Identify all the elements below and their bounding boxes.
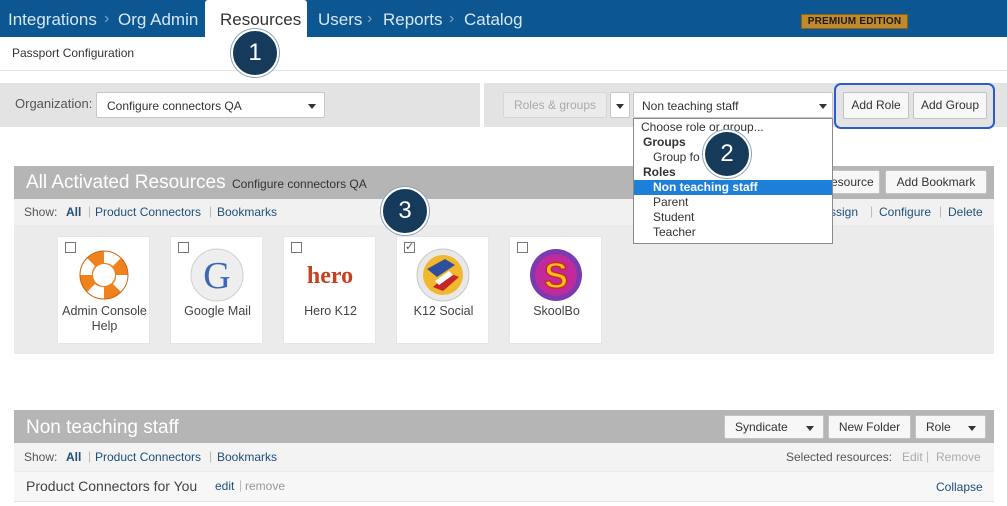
filter-bookmarks[interactable]: Bookmarks xyxy=(217,450,277,464)
svg-text:S: S xyxy=(544,255,568,296)
tile-checkbox[interactable] xyxy=(178,242,189,253)
roles-groups-button[interactable]: Roles & groups xyxy=(503,92,607,118)
resource-tile-skoolbo[interactable]: S SkoolBo xyxy=(509,236,602,344)
dropdown-role-student[interactable]: Student xyxy=(634,210,832,225)
chevron-down-icon xyxy=(616,104,624,109)
filter-separator: | xyxy=(88,449,92,463)
selected-resources-label: Selected resources: xyxy=(786,450,893,464)
resource-tile-admin-console-help[interactable]: Admin Console Help xyxy=(57,236,150,344)
action-separator: | xyxy=(870,204,874,218)
activated-resources-panel: All Activated Resources Configure connec… xyxy=(14,166,994,354)
tile-checkbox[interactable] xyxy=(517,242,528,253)
chevron-down-icon xyxy=(806,426,814,431)
collapse-link[interactable]: Collapse xyxy=(936,480,983,494)
k12-social-icon xyxy=(416,248,470,302)
resource-tile-k12-social[interactable]: ✓ K12 Social xyxy=(396,236,489,344)
nav-org-admin[interactable]: Org Admin xyxy=(118,10,198,30)
edit-selected-link[interactable]: Edit xyxy=(902,450,923,464)
assign-link[interactable]: ssign xyxy=(830,205,858,219)
nav-catalog[interactable]: Catalog xyxy=(464,10,523,30)
organization-label: Organization: xyxy=(15,96,93,111)
link-separator: | xyxy=(239,478,243,492)
add-buttons-highlight xyxy=(834,83,995,129)
tile-checkbox-checked[interactable]: ✓ xyxy=(404,242,415,253)
callout-number: 2 xyxy=(703,130,751,178)
nav-resources-label: Resources xyxy=(220,10,302,29)
syndicate-button[interactable]: Syndicate xyxy=(724,415,824,439)
tile-checkbox[interactable] xyxy=(65,242,76,253)
role-menu-button[interactable]: Role xyxy=(915,415,986,439)
role-select[interactable]: Non teaching staff xyxy=(633,92,833,118)
resource-tile-google-mail[interactable]: G Google Mail xyxy=(170,236,263,344)
action-separator: | xyxy=(939,204,943,218)
activated-panel-title: All Activated Resources xyxy=(26,172,226,193)
top-navigation: Integrations › Org Admin Users › Reports… xyxy=(0,0,1007,37)
dropdown-role-teacher[interactable]: Teacher xyxy=(634,225,832,240)
action-separator: | xyxy=(926,449,930,463)
tile-label: K12 Social xyxy=(413,304,474,318)
remove-selected-link[interactable]: Remove xyxy=(936,450,981,464)
google-g-icon: G xyxy=(190,248,244,302)
configure-link[interactable]: Configure xyxy=(879,205,931,219)
nav-separator: › xyxy=(367,10,373,27)
filter-separator: | xyxy=(88,204,92,218)
nav-separator: › xyxy=(104,10,110,27)
svg-text:hero: hero xyxy=(307,263,353,289)
section-title: Product Connectors for You xyxy=(26,478,198,494)
skoolbo-icon: S xyxy=(530,249,582,301)
tile-checkbox[interactable] xyxy=(291,242,302,253)
show-label: Show: xyxy=(24,205,58,219)
filter-product-connectors[interactable]: Product Connectors xyxy=(95,450,201,464)
tile-label: Admin Console Help xyxy=(62,304,147,333)
role-filter-bar: Show: All | Product Connectors | Bookmar… xyxy=(14,443,994,471)
filter-all[interactable]: All xyxy=(66,450,81,464)
chevron-down-icon xyxy=(819,104,827,109)
organization-select[interactable]: Configure connectors QA xyxy=(96,92,325,118)
delete-link[interactable]: Delete xyxy=(948,205,983,219)
product-connectors-section-row: Product Connectors for You edit | remove… xyxy=(14,472,994,502)
filter-separator: | xyxy=(209,204,213,218)
chevron-down-icon xyxy=(308,104,316,109)
tile-label: Google Mail xyxy=(184,304,251,318)
svg-text:G: G xyxy=(203,255,230,297)
add-bookmark-button[interactable]: Add Bookmark xyxy=(885,170,987,194)
role-select-value: Non teaching staff xyxy=(642,99,739,113)
tile-label: Hero K12 xyxy=(304,304,357,318)
nav-integrations[interactable]: Integrations xyxy=(8,10,97,30)
dropdown-role-non-teaching-staff[interactable]: Non teaching staff xyxy=(634,180,832,195)
section-remove-link[interactable]: remove xyxy=(245,479,285,493)
show-label: Show: xyxy=(24,450,58,464)
new-folder-button[interactable]: New Folder xyxy=(828,415,911,439)
nav-separator: › xyxy=(449,10,455,27)
lifebuoy-icon xyxy=(79,250,129,300)
filter-all[interactable]: All xyxy=(66,205,81,219)
activated-filter-bar: Show: All | Product Connectors | Bookmar… xyxy=(14,199,994,225)
resource-tile-hero-k12[interactable]: hero Hero K12 xyxy=(283,236,376,344)
filter-product-connectors[interactable]: Product Connectors xyxy=(95,205,201,219)
activated-panel-subtitle: Configure connectors QA xyxy=(232,177,367,191)
callout-number: 3 xyxy=(381,187,429,235)
divider xyxy=(0,70,1007,71)
section-edit-link[interactable]: edit xyxy=(215,479,234,493)
premium-edition-badge: PREMIUM EDITION xyxy=(801,14,908,29)
nav-users[interactable]: Users xyxy=(318,10,362,30)
chevron-down-icon xyxy=(968,426,976,431)
syndicate-label: Syndicate xyxy=(735,420,788,434)
breadcrumb: Passport Configuration xyxy=(12,46,135,60)
organization-select-value: Configure connectors QA xyxy=(107,99,242,113)
callout-number: 1 xyxy=(231,29,279,77)
tile-label: SkoolBo xyxy=(533,304,580,318)
roles-groups-toggle[interactable] xyxy=(610,92,630,118)
dropdown-role-parent[interactable]: Parent xyxy=(634,195,832,210)
filter-bookmarks[interactable]: Bookmarks xyxy=(217,205,277,219)
nav-reports[interactable]: Reports xyxy=(383,10,443,30)
role-panel-title: Non teaching staff xyxy=(26,417,179,438)
role-menu-label: Role xyxy=(926,420,951,434)
hero-logo-icon: hero xyxy=(302,247,358,303)
filter-separator: | xyxy=(209,449,213,463)
